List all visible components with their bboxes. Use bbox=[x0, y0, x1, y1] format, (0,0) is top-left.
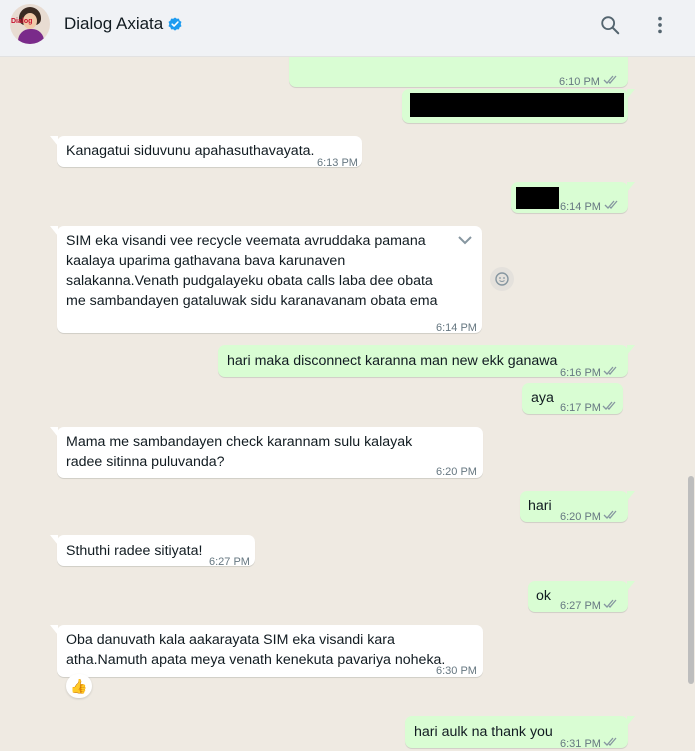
read-ticks-icon bbox=[603, 366, 617, 375]
message-time: 6:31 PM bbox=[560, 738, 601, 750]
message-time: 6:13 PM bbox=[317, 157, 358, 169]
message-text: SIM eka visandi vee recycle veemata avru… bbox=[66, 233, 438, 309]
message-outgoing[interactable]: 6:14 PM bbox=[511, 182, 635, 213]
read-ticks-icon bbox=[604, 200, 618, 209]
avatar-body bbox=[18, 29, 44, 44]
read-ticks-icon bbox=[603, 599, 617, 608]
message-time: 6:14 PM bbox=[436, 322, 477, 334]
bubble-tail bbox=[627, 345, 635, 355]
message-text: Sthuthi radee sitiyata! bbox=[66, 543, 203, 559]
message-time: 6:27 PM bbox=[209, 556, 250, 568]
chevron-down-icon[interactable] bbox=[456, 233, 474, 247]
message-time: 6:16 PM bbox=[560, 367, 601, 379]
message-outgoing[interactable]: hari maka disconnect karanna man new ekk… bbox=[218, 345, 635, 379]
message-outgoing[interactable]: hari aulk na thank you 6:31 PM bbox=[405, 716, 635, 750]
contact-name: Dialog Axiata bbox=[64, 14, 164, 33]
read-ticks-icon bbox=[603, 737, 617, 746]
contact-name-container[interactable]: Dialog Axiata bbox=[64, 14, 182, 34]
message-text: hari aulk na thank you bbox=[414, 724, 553, 740]
message-outgoing[interactable]: ok 6:27 PM bbox=[528, 581, 635, 612]
message-text: Oba danuvath kala aakarayata SIM eka vis… bbox=[66, 632, 446, 668]
avatar-logo-text: Dialog bbox=[11, 18, 33, 25]
react-emoji-button[interactable] bbox=[490, 267, 514, 291]
bubble-tail bbox=[627, 182, 635, 192]
message-time: 6:20 PM bbox=[560, 511, 601, 523]
message-time: 6:27 PM bbox=[560, 600, 601, 612]
message-time: 6:17 PM bbox=[560, 402, 601, 414]
message-text: hari bbox=[528, 498, 552, 514]
read-ticks-icon bbox=[603, 510, 617, 519]
search-icon[interactable] bbox=[599, 14, 621, 36]
redacted-block bbox=[516, 187, 559, 209]
message-outgoing[interactable]: aya 6:17 PM bbox=[522, 383, 623, 414]
menu-dots-icon[interactable] bbox=[649, 14, 671, 36]
read-ticks-icon bbox=[603, 75, 617, 84]
bubble-tail bbox=[627, 716, 635, 726]
message-incoming[interactable]: SIM eka visandi vee recycle veemata avru… bbox=[50, 226, 482, 334]
message-reaction[interactable]: 👍 bbox=[66, 674, 92, 698]
message-time: 6:20 PM bbox=[436, 466, 477, 478]
message-text: Kanagatui siduvunu apahasuthavayata. bbox=[66, 143, 315, 159]
message-outgoing[interactable]: 6:10 PM bbox=[289, 57, 628, 88]
chat-scrollbar[interactable] bbox=[688, 476, 694, 684]
bubble-tail bbox=[50, 625, 58, 635]
message-text: aya bbox=[531, 390, 554, 406]
message-time: 6:14 PM bbox=[560, 201, 601, 213]
bubble-tail bbox=[50, 226, 58, 236]
bubble-tail bbox=[50, 136, 58, 146]
message-text: Mama me sambandayen check karannam sulu … bbox=[66, 434, 413, 470]
message-time: 6:30 PM bbox=[436, 665, 477, 677]
bubble-tail bbox=[627, 89, 635, 99]
bubble-tail bbox=[627, 491, 635, 501]
message-incoming[interactable]: Mama me sambandayen check karannam sulu … bbox=[50, 427, 483, 478]
smiley-icon bbox=[495, 272, 509, 286]
contact-avatar[interactable]: Dialog bbox=[10, 4, 50, 44]
bubble-tail bbox=[50, 427, 58, 437]
chat-area[interactable]: 6:10 PM Kanagatui siduvunu apahasuthavay… bbox=[0, 57, 695, 751]
message-outgoing-redacted[interactable] bbox=[402, 89, 635, 123]
message-text: hari maka disconnect karanna man new ekk… bbox=[227, 353, 558, 369]
message-incoming[interactable]: Oba danuvath kala aakarayata SIM eka vis… bbox=[50, 625, 483, 677]
message-outgoing[interactable]: hari 6:20 PM bbox=[520, 491, 635, 523]
message-text: ok bbox=[536, 588, 551, 604]
verified-badge-icon bbox=[168, 17, 182, 31]
bubble-tail bbox=[627, 581, 635, 591]
message-incoming[interactable]: Sthuthi radee sitiyata! 6:27 PM bbox=[50, 535, 255, 568]
redacted-block bbox=[410, 93, 624, 117]
bubble-tail bbox=[50, 535, 58, 545]
read-ticks-icon bbox=[602, 401, 616, 410]
chat-header: Dialog Dialog Axiata bbox=[0, 0, 695, 57]
message-incoming[interactable]: Kanagatui siduvunu apahasuthavayata. 6:1… bbox=[50, 136, 362, 169]
